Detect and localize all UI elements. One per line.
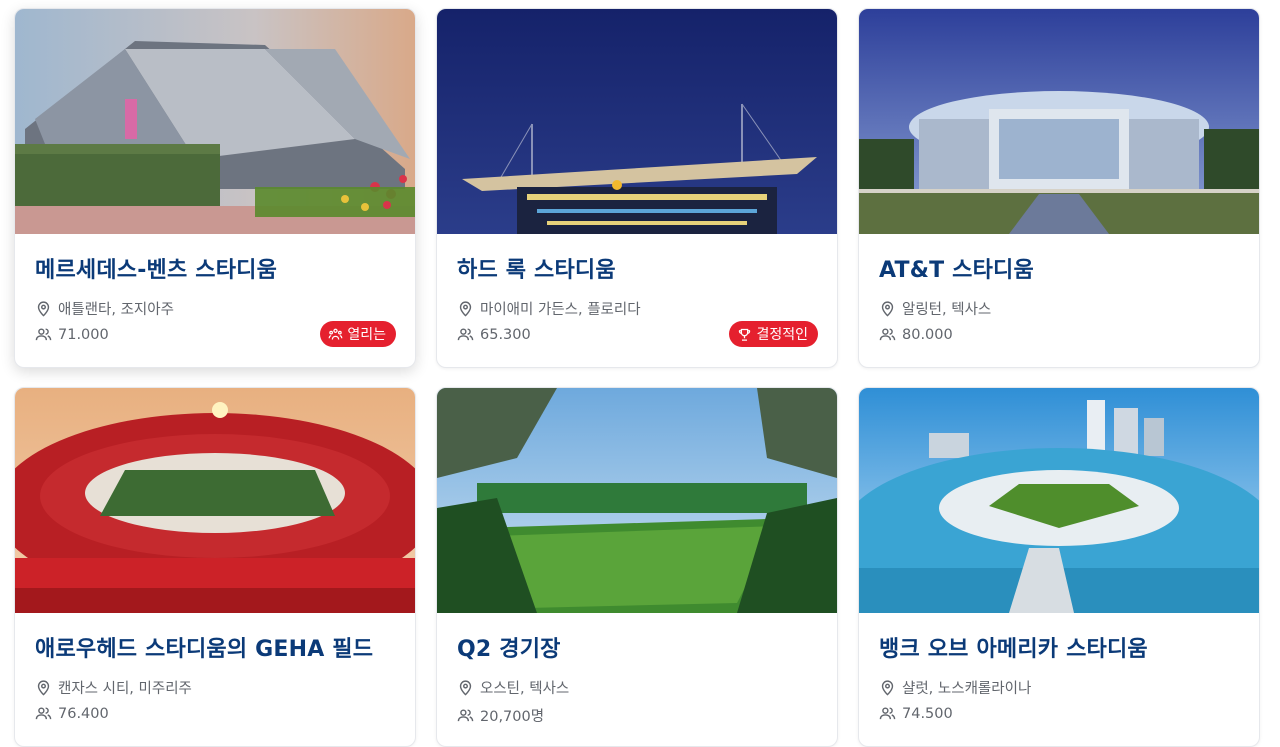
stadium-location: 샬럿, 노스캐롤라이나 xyxy=(879,677,1031,698)
map-pin-icon xyxy=(459,680,472,696)
map-pin-icon xyxy=(459,301,472,317)
badge-label: 열리는 xyxy=(347,327,386,343)
stadium-photo xyxy=(437,388,837,613)
stadium-card-arrowhead[interactable]: 애로우헤드 스타디움의 GEHA 필드 캔자스 시티, 미주리주 76.400 xyxy=(14,387,416,747)
stadium-grid: 메르세데스-벤츠 스타디움 애틀랜타, 조지아주 71.000 열리는 하드 록… xyxy=(0,0,1280,747)
location-text: 알링턴, 텍사스 xyxy=(902,302,992,318)
stadium-capacity: 76.400 xyxy=(35,705,109,722)
people-icon xyxy=(879,707,896,720)
stage-icon xyxy=(328,328,343,340)
stadium-name: AT&T 스타디움 xyxy=(879,258,1034,283)
match-badge-opening: 열리는 xyxy=(320,321,396,347)
location-text: 샬럿, 노스캐롤라이나 xyxy=(902,681,1032,697)
location-text: 캔자스 시티, 미주리주 xyxy=(58,681,192,697)
stadium-photo xyxy=(859,9,1259,234)
stadium-card-hard-rock[interactable]: 하드 록 스타디움 마이애미 가든스, 플로리다 65.300 결정적인 xyxy=(436,8,838,368)
capacity-text: 74.500 xyxy=(902,705,953,722)
stadium-location: 오스틴, 텍사스 xyxy=(457,677,569,698)
stadium-location: 알링턴, 텍사스 xyxy=(879,298,991,319)
stadium-location: 마이애미 가든스, 플로리다 xyxy=(457,298,641,319)
capacity-text: 20,700명 xyxy=(480,709,545,725)
stadium-card-att[interactable]: AT&T 스타디움 알링턴, 텍사스 80.000 xyxy=(858,8,1260,368)
capacity-text: 76.400 xyxy=(58,705,109,722)
match-badge-final: 결정적인 xyxy=(729,321,818,347)
stadium-name: 애로우헤드 스타디움의 GEHA 필드 xyxy=(35,637,374,662)
map-pin-icon xyxy=(881,680,894,696)
people-icon xyxy=(457,709,474,722)
stadium-location: 캔자스 시티, 미주리주 xyxy=(35,677,192,698)
stadium-capacity: 20,700명 xyxy=(457,705,544,726)
stadium-name: 하드 록 스타디움 xyxy=(457,258,616,283)
badge-label: 결정적인 xyxy=(756,327,808,343)
map-pin-icon xyxy=(37,680,50,696)
stadium-card-mercedes-benz[interactable]: 메르세데스-벤츠 스타디움 애틀랜타, 조지아주 71.000 열리는 xyxy=(14,8,416,368)
stadium-card-q2[interactable]: Q2 경기장 오스틴, 텍사스 20,700명 xyxy=(436,387,838,747)
capacity-text: 80.000 xyxy=(902,326,953,343)
stadium-photo xyxy=(15,388,415,613)
stadium-capacity: 80.000 xyxy=(879,326,953,343)
location-text: 오스틴, 텍사스 xyxy=(480,681,570,697)
stadium-name: 메르세데스-벤츠 스타디움 xyxy=(35,258,278,283)
stadium-photo xyxy=(437,9,837,234)
people-icon xyxy=(35,328,52,341)
stadium-capacity: 71.000 xyxy=(35,326,109,343)
capacity-text: 65.300 xyxy=(480,326,531,343)
trophy-icon xyxy=(739,328,751,341)
stadium-card-bank-of-america[interactable]: 뱅크 오브 아메리카 스타디움 샬럿, 노스캐롤라이나 74.500 xyxy=(858,387,1260,747)
stadium-photo xyxy=(15,9,415,234)
location-text: 애틀랜타, 조지아주 xyxy=(58,302,174,318)
stadium-capacity: 74.500 xyxy=(879,705,953,722)
people-icon xyxy=(457,328,474,341)
stadium-name: 뱅크 오브 아메리카 스타디움 xyxy=(879,637,1148,662)
stadium-name: Q2 경기장 xyxy=(457,637,561,662)
stadium-capacity: 65.300 xyxy=(457,326,531,343)
stadium-location: 애틀랜타, 조지아주 xyxy=(35,298,174,319)
people-icon xyxy=(879,328,896,341)
map-pin-icon xyxy=(37,301,50,317)
capacity-text: 71.000 xyxy=(58,326,109,343)
location-text: 마이애미 가든스, 플로리다 xyxy=(480,302,641,318)
stadium-photo xyxy=(859,388,1259,613)
map-pin-icon xyxy=(881,301,894,317)
people-icon xyxy=(35,707,52,720)
